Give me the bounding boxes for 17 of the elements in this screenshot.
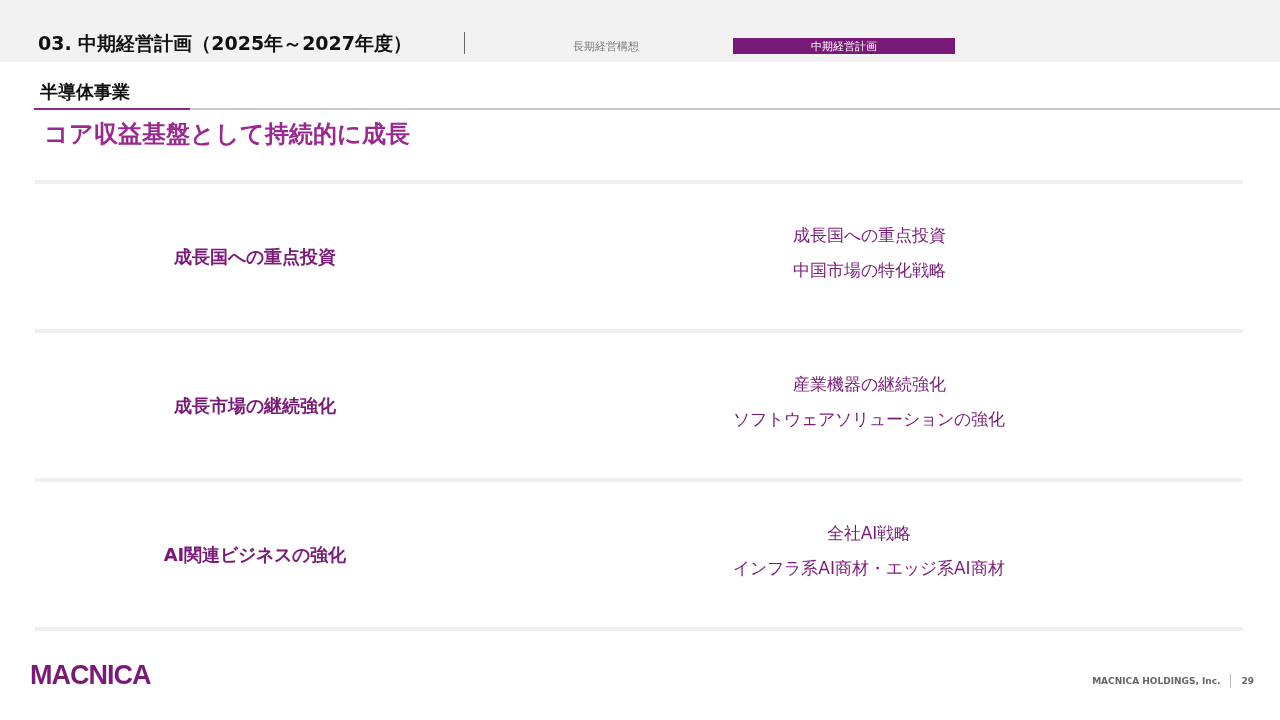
initiative-text: インフラ系AI商材・エッジ系AI商材	[733, 556, 1005, 580]
company-logo: MACNICA	[30, 660, 151, 691]
theme-label: 成長市場の継続強化	[173, 393, 337, 418]
theme-label: AI関連ビジネスの強化	[162, 542, 348, 567]
initiative-text: 中国市場の特化戦略	[792, 258, 946, 282]
initiative-text: 産業機器の継続強化	[792, 372, 946, 396]
nav-tab[interactable]: 中期経営計画	[733, 38, 955, 54]
section-label: 半導体事業	[40, 80, 131, 104]
initiative-text: 全社AI戦略	[826, 521, 912, 545]
initiative-text: ソフトウェアソリューションの強化	[733, 407, 1005, 431]
initiative-text: 成長国への重点投資	[792, 223, 946, 247]
headline: コア収益基盤として持続的に成長	[44, 119, 411, 150]
page-number: 29	[1241, 675, 1254, 686]
slide-title: 03. 中期経営計画（2025年～2027年度）	[38, 32, 465, 54]
company-name: MACNICA HOLDINGS, Inc.	[1092, 675, 1221, 686]
theme-label: 成長国への重点投資	[173, 244, 337, 269]
nav-tab[interactable]: 長期経営構想	[495, 38, 717, 54]
